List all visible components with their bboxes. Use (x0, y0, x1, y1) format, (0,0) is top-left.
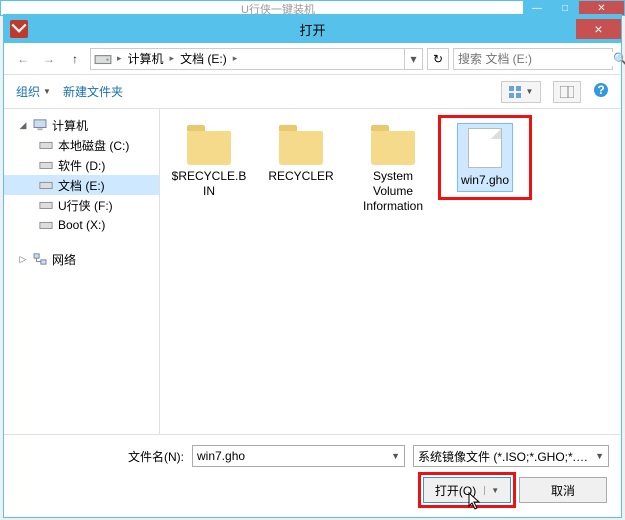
filename-label: 文件名(N): (114, 448, 184, 465)
breadcrumb-dropdown[interactable]: ▾ (404, 49, 422, 69)
nav-back-button[interactable]: ← (12, 48, 34, 70)
search-input[interactable]: 🔍 (453, 48, 613, 70)
chevron-down-icon[interactable]: ▼ (595, 451, 604, 461)
chevron-right-icon: ▸ (115, 53, 124, 64)
filename-input[interactable] (197, 449, 391, 463)
file-item-folder[interactable]: $RECYCLE.BIN (166, 119, 252, 203)
drive-icon (38, 198, 54, 212)
file-item-gho[interactable]: win7.gho (442, 119, 528, 196)
file-item-folder[interactable]: RECYCLER (258, 119, 344, 188)
file-item-folder[interactable]: System Volume Information (350, 119, 436, 218)
drive-icon (38, 178, 54, 192)
view-mode-button[interactable]: ▼ (501, 81, 541, 103)
tree-computer[interactable]: ◢ 计算机 (4, 115, 159, 135)
bg-close-button[interactable]: ✕ (579, 1, 624, 15)
folder-icon (185, 123, 233, 165)
tree-drive-x[interactable]: Boot (X:) (4, 215, 159, 235)
folder-icon (369, 123, 417, 165)
body-area: ◢ 计算机 本地磁盘 (C:) 软件 (D:) 文档 (E:) U行侠 (F: (4, 109, 621, 434)
chevron-right-icon: ▸ (231, 53, 240, 64)
open-button[interactable]: 打开(O)▼ (423, 477, 511, 503)
computer-icon (32, 118, 48, 132)
svg-text:?: ? (597, 83, 604, 97)
search-field[interactable] (458, 52, 613, 66)
drive-icon (38, 218, 54, 232)
bg-maximize-button[interactable]: □ (551, 1, 579, 15)
bottom-panel: 文件名(N): ▼ 系统镜像文件 (*.ISO;*.GHO;*.WIM) ▼ 打… (4, 434, 621, 517)
chevron-right-icon: ▸ (168, 53, 177, 64)
help-button[interactable]: ? (593, 82, 609, 101)
tree-drive-d[interactable]: 软件 (D:) (4, 155, 159, 175)
navigation-tree: ◢ 计算机 本地磁盘 (C:) 软件 (D:) 文档 (E:) U行侠 (F: (4, 109, 160, 434)
drive-icon (38, 138, 54, 152)
tree-drive-f[interactable]: U行侠 (F:) (4, 195, 159, 215)
organize-menu[interactable]: 组织▼ (16, 83, 51, 100)
preview-pane-button[interactable] (553, 81, 581, 103)
new-folder-button[interactable]: 新建文件夹 (63, 83, 123, 100)
filename-combo[interactable]: ▼ (192, 445, 405, 467)
collapse-icon[interactable]: ◢ (18, 120, 28, 131)
toolbar: 组织▼ 新建文件夹 ▼ ? (4, 75, 621, 109)
dialog-title: 打开 (4, 20, 621, 39)
titlebar: 打开 × (4, 15, 621, 43)
network-icon (32, 252, 48, 266)
file-icon (461, 127, 509, 169)
drive-icon (94, 50, 112, 68)
filetype-filter[interactable]: 系统镜像文件 (*.ISO;*.GHO;*.WIM) ▼ (413, 445, 609, 467)
refresh-button[interactable]: ↻ (427, 48, 449, 70)
cancel-button[interactable]: 取消 (519, 477, 607, 503)
tree-drive-c[interactable]: 本地磁盘 (C:) (4, 135, 159, 155)
navigation-bar: ← → ↑ ▸ 计算机 ▸ 文档 (E:) ▸ ▾ ↻ 🔍 (4, 43, 621, 75)
file-list[interactable]: $RECYCLE.BIN RECYCLER System Volume Info… (160, 109, 621, 434)
tree-drive-e[interactable]: 文档 (E:) (4, 175, 159, 195)
breadcrumb-computer[interactable]: 计算机 (124, 49, 168, 69)
open-file-dialog: 打开 × ← → ↑ ▸ 计算机 ▸ 文档 (E:) ▸ ▾ ↻ 🔍 组织▼ 新… (3, 14, 622, 518)
expand-icon[interactable]: ▷ (18, 254, 28, 265)
bg-minimize-button[interactable]: — (523, 1, 551, 15)
folder-icon (277, 123, 325, 165)
tree-network[interactable]: ▷ 网络 (4, 249, 159, 269)
breadcrumb-drive-e[interactable]: 文档 (E:) (176, 49, 231, 69)
nav-up-button[interactable]: ↑ (64, 48, 86, 70)
nav-forward-button: → (38, 48, 60, 70)
chevron-down-icon[interactable]: ▼ (391, 451, 400, 461)
search-icon: 🔍 (613, 52, 625, 66)
drive-icon (38, 158, 54, 172)
breadcrumb[interactable]: ▸ 计算机 ▸ 文档 (E:) ▸ ▾ (90, 48, 423, 70)
